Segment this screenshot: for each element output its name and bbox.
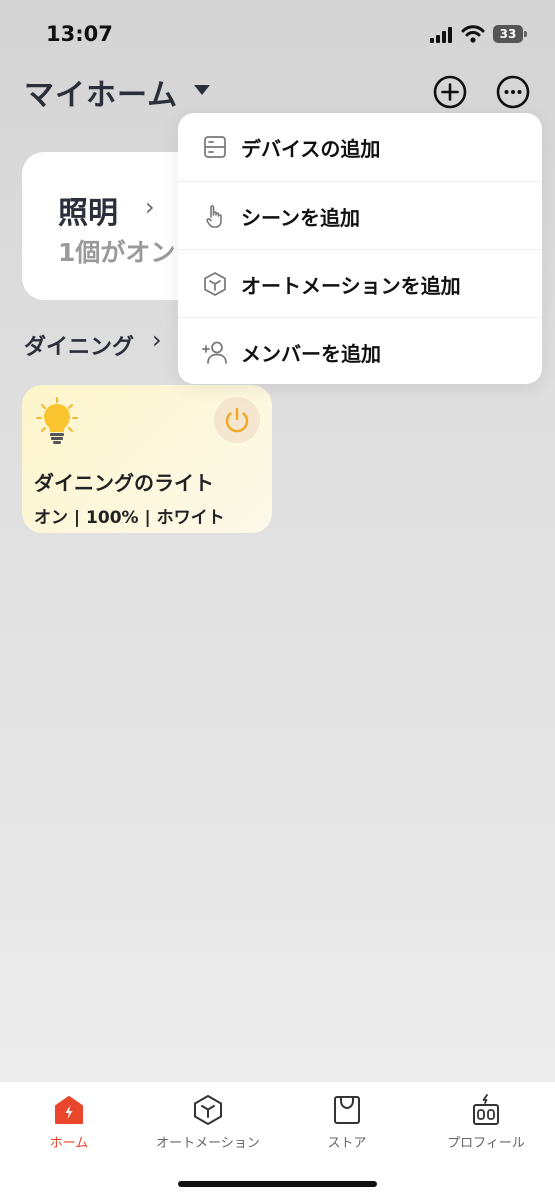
menu-item-add-member[interactable]: メンバーを追加 xyxy=(178,317,542,386)
automation-icon xyxy=(194,1095,222,1125)
cube-icon xyxy=(204,272,226,296)
menu-item-label: シーンを追加 xyxy=(241,206,360,230)
nav-label: ストア xyxy=(327,1136,367,1151)
lighting-title: 照明 xyxy=(58,196,118,231)
chevron-right-icon[interactable]: › xyxy=(152,326,162,354)
battery-tip xyxy=(524,31,527,37)
add-button[interactable] xyxy=(433,75,467,109)
home-indicator[interactable] xyxy=(178,1181,377,1187)
nav-label: プロフィール xyxy=(447,1136,525,1151)
menu-item-label: メンバーを追加 xyxy=(241,342,381,366)
nav-label: オートメーション xyxy=(156,1136,260,1151)
nav-label: ホーム xyxy=(49,1136,89,1151)
chevron-right-icon: › xyxy=(145,193,155,221)
home-switch-caret-icon[interactable] xyxy=(194,85,210,95)
power-button[interactable] xyxy=(214,397,260,443)
device-icon xyxy=(204,136,226,158)
cellular-signal-icon xyxy=(430,27,452,43)
menu-item-add-scene[interactable]: シーンを追加 xyxy=(178,181,542,250)
lighting-subtitle: 1個がオン xyxy=(58,238,176,267)
nav-item-store[interactable]: ストア xyxy=(278,1094,416,1151)
add-menu: デバイスの追加 シーンを追加 オートメーションを追加 メンバーを追加 xyxy=(178,113,542,384)
store-bag-icon xyxy=(334,1096,360,1124)
battery-indicator: 33 xyxy=(493,25,523,43)
status-time: 13:07 xyxy=(46,22,113,46)
add-person-icon xyxy=(202,341,227,364)
wifi-icon xyxy=(461,25,485,43)
profile-icon xyxy=(473,1094,499,1125)
menu-item-label: デバイスの追加 xyxy=(241,137,381,161)
menu-item-add-automation[interactable]: オートメーションを追加 xyxy=(178,249,542,318)
home-title[interactable]: マイホーム xyxy=(24,70,178,114)
more-options-button[interactable] xyxy=(496,75,530,109)
home-icon xyxy=(55,1096,83,1124)
light-bulb-icon xyxy=(36,397,78,444)
device-name: ダイニングのライト xyxy=(34,471,214,495)
device-status: オン | 100% | ホワイト xyxy=(34,508,225,528)
room-title[interactable]: ダイニング xyxy=(24,329,134,361)
nav-item-home[interactable]: ホーム xyxy=(0,1094,138,1151)
power-icon xyxy=(225,407,249,433)
nav-item-profile[interactable]: プロフィール xyxy=(417,1094,555,1151)
menu-item-label: オートメーションを追加 xyxy=(241,274,461,298)
nav-item-automation[interactable]: オートメーション xyxy=(139,1094,277,1151)
tap-hand-icon xyxy=(206,205,222,228)
menu-item-add-device[interactable]: デバイスの追加 xyxy=(178,113,542,181)
